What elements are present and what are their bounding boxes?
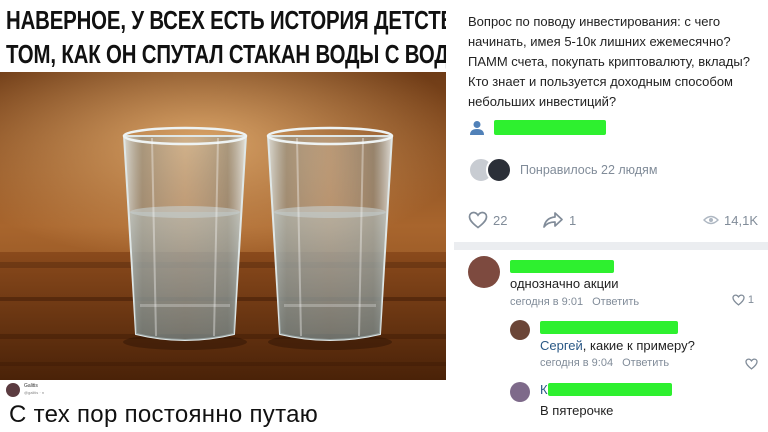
post-author[interactable]: M: [468, 118, 718, 140]
heart-icon: [732, 294, 745, 306]
commenter-avatar[interactable]: [510, 320, 530, 340]
reply-button[interactable]: Ответить: [622, 357, 669, 369]
comment-item: К В пятерочке: [510, 382, 758, 432]
mention-link[interactable]: Сергей: [540, 338, 583, 353]
heart-icon: [468, 211, 488, 229]
commenter-avatar[interactable]: [468, 256, 500, 288]
commenter-avatar[interactable]: [510, 382, 530, 402]
comment-item: Сергей, какие к примеру? сегодня в 9:04 О…: [510, 320, 758, 374]
reply-button[interactable]: Ответить: [592, 296, 639, 308]
meme-caption-line-2: ТОМ, КАК ОН СПУТАЛ СТАКАН ВОДЫ С ВОДКОЙ: [6, 41, 446, 69]
commenter-name-redaction: [548, 383, 672, 396]
meme-caption: НАВЕРНОЕ, У ВСЕХ ЕСТЬ ИСТОРИЯ ДЕТСТВА О …: [6, 4, 446, 72]
comment-text: однозначно акции: [510, 276, 619, 291]
views-count: 14,1K: [724, 212, 758, 228]
comment-time: сегодня в 9:04: [540, 357, 614, 369]
liker-avatar: [486, 157, 512, 183]
likes-count: 22: [493, 212, 508, 228]
comment-item: однозначно акции сегодня в 9:01 Ответить …: [468, 256, 758, 316]
tweet-snippet: Galitis @galitis · n С тех пор постоянно…: [0, 380, 446, 432]
user-icon: [470, 121, 484, 135]
comment-text: Сергей, какие к примеру?: [540, 338, 695, 353]
heart-icon: [745, 358, 758, 370]
comment-meta: сегодня в 9:04 Ответить: [540, 357, 669, 369]
comment-time: сегодня в 9:01: [510, 296, 584, 308]
tweet-author-name: Galitis: [24, 383, 38, 389]
like-button[interactable]: 22: [468, 208, 507, 232]
tweet-author-handle: @galitis · n: [24, 390, 45, 395]
liked-by-row[interactable]: Понравилось 22 людям: [468, 157, 758, 185]
liked-by-text: Понравилось 22 людям: [520, 163, 658, 177]
comment-meta: сегодня в 9:01 Ответить: [510, 296, 639, 308]
left-glass: [122, 126, 248, 350]
meme-punchline: С тех пор постоянно путаю: [9, 401, 319, 428]
post-card: Вопрос по поводу инвестирования: с чего …: [454, 0, 768, 242]
meme-image: НАВЕРНОЕ, У ВСЕХ ЕСТЬ ИСТОРИЯ ДЕТСТВА О …: [0, 0, 446, 432]
commenter-name-redaction: [510, 260, 614, 273]
comments-section: однозначно акции сегодня в 9:01 Ответить …: [454, 250, 768, 432]
image-gap: [446, 0, 454, 432]
share-button[interactable]: 1: [542, 208, 576, 232]
comment-like-button[interactable]: 1: [732, 294, 754, 306]
comment-text-body: , какие к примеру?: [582, 338, 695, 353]
tweet-avatar: [6, 383, 20, 397]
comment-text: В пятерочке: [540, 403, 614, 418]
right-glass: [266, 126, 394, 350]
meme-caption-line-1: НАВЕРНОЕ, У ВСЕХ ЕСТЬ ИСТОРИЯ ДЕТСТВА О: [6, 7, 446, 35]
shares-count: 1: [569, 212, 577, 228]
comment-likes-count: 1: [747, 294, 754, 306]
share-icon: [543, 212, 563, 228]
post-actions: 22 1 14,1K: [468, 208, 758, 232]
shot-glasses-photo: [0, 72, 446, 380]
commenter-name-redaction: [540, 321, 678, 334]
commenter-name-initial: К: [540, 382, 548, 397]
comment-like-button[interactable]: [745, 357, 758, 375]
vk-post-screenshot: Вопрос по поводу инвестирования: с чего …: [454, 0, 768, 432]
views-counter: 14,1K: [703, 208, 758, 232]
eye-icon: [703, 215, 720, 225]
post-text: Вопрос по поводу инвестирования: с чего …: [468, 14, 750, 109]
author-name-redaction: [494, 120, 606, 135]
